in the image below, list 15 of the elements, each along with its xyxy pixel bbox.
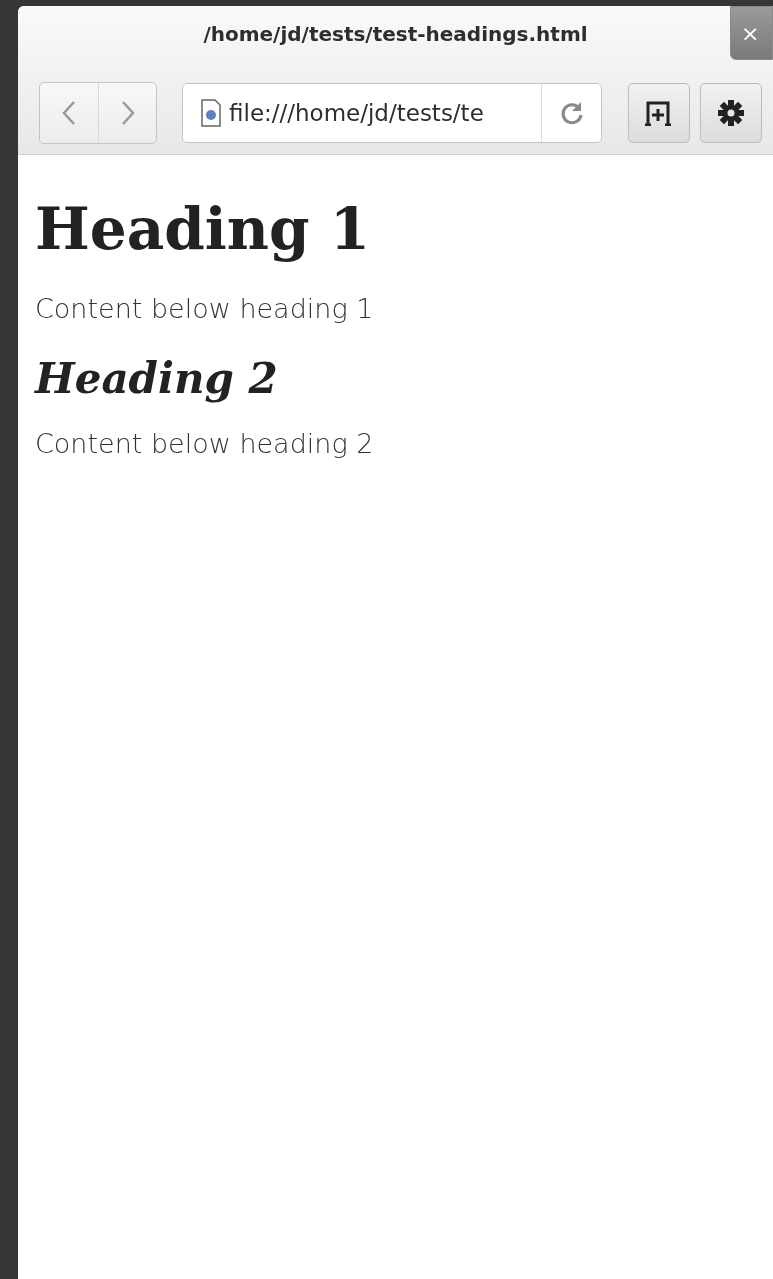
- url-text: file:///home/jd/tests/te: [228, 100, 485, 126]
- address-field[interactable]: file:///home/jd/tests/te: [182, 83, 602, 143]
- back-icon: [61, 100, 77, 126]
- heading: Heading 1: [35, 195, 371, 265]
- file-icon: [201, 99, 221, 127]
- settings-icon: [717, 99, 745, 127]
- paragraph: Content below heading 2: [35, 428, 374, 459]
- new-tab-icon: [644, 100, 674, 126]
- window-title: /home/jd/tests/test-headings.html: [203, 22, 588, 46]
- settings-button[interactable]: [700, 83, 762, 143]
- new-tab-button[interactable]: [628, 83, 690, 143]
- heading: Heading 2: [35, 353, 278, 404]
- forward-icon: [119, 100, 136, 126]
- paragraph: Content below heading 1: [35, 292, 374, 324]
- close-button[interactable]: ×: [730, 6, 773, 60]
